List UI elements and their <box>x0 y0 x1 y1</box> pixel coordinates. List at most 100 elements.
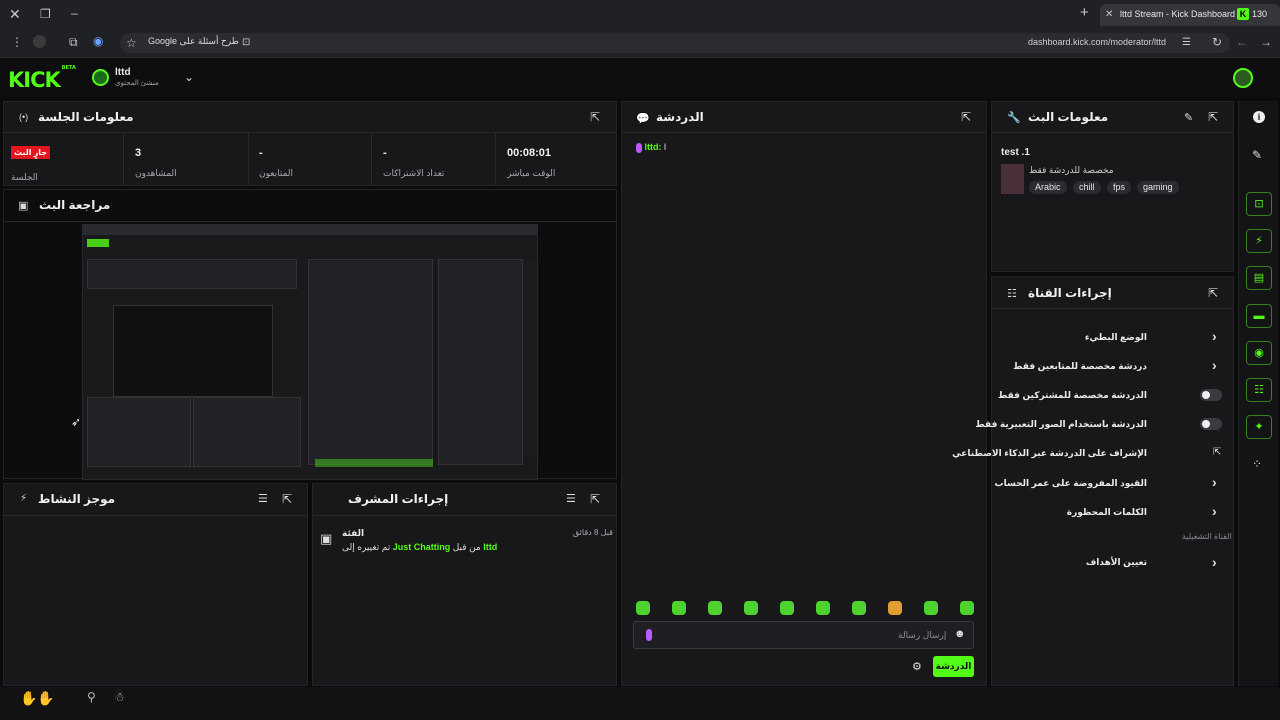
forward-icon[interactable]: ← <box>1236 35 1248 49</box>
popout-icon[interactable]: ⇱ <box>590 492 600 506</box>
emotes-only-toggle[interactable] <box>1200 418 1222 430</box>
divider <box>992 132 1233 133</box>
emote-2[interactable] <box>672 601 686 615</box>
category-icon: ▣ <box>320 531 333 546</box>
kick-logo[interactable]: KICK BETA <box>8 65 76 92</box>
external-link-icon[interactable]: ⇱ <box>1213 447 1221 458</box>
followers-only-label[interactable]: دردشة مخصصة للمتابعين فقط <box>1013 361 1147 372</box>
emote-10[interactable] <box>960 601 974 615</box>
edit-pencil-icon[interactable]: ✎ <box>1252 148 1262 162</box>
menu-dots-icon[interactable]: ⋮ <box>11 35 23 49</box>
emote-3[interactable] <box>708 601 722 615</box>
close-window-icon[interactable]: ✕ <box>9 7 21 21</box>
chat-text: l <box>664 142 667 152</box>
emoji-icon[interactable]: ☻ <box>954 628 966 640</box>
slow-mode-label[interactable]: الوضع البطيء <box>1085 332 1147 343</box>
account-age-label[interactable]: القيود المفروضة على عمر الحساب <box>995 478 1147 489</box>
address-url[interactable]: dashboard.kick.com/moderator/lttd <box>1028 37 1166 47</box>
info-icon[interactable]: i <box>1253 111 1265 123</box>
tag-gaming[interactable]: gaming <box>1137 181 1179 194</box>
broadcast-icon[interactable]: ◉ <box>93 34 103 48</box>
chevron-right-icon[interactable]: › <box>1212 475 1217 489</box>
popout-icon[interactable]: ⇱ <box>282 492 292 506</box>
emote-6[interactable] <box>816 601 830 615</box>
stream-preview-video[interactable] <box>82 224 538 480</box>
microphone-badge-icon <box>636 142 642 153</box>
minimize-window-icon[interactable]: – <box>71 6 78 20</box>
emote-1[interactable] <box>636 601 650 615</box>
banned-words-label[interactable]: الكلمات المحظورة <box>1067 507 1147 518</box>
chat-username[interactable]: lttd: <box>645 142 662 152</box>
figure-icon: ⚲ <box>87 690 96 704</box>
sidebar-broadcast-icon[interactable]: ◉ <box>1246 341 1272 365</box>
divider <box>4 515 307 516</box>
mod-entry-title: الفئة <box>342 528 365 538</box>
channel-actions-title: إجراءات القناة <box>1028 286 1112 300</box>
popout-icon[interactable]: ⇱ <box>961 110 971 124</box>
tag-chill[interactable]: chill <box>1073 181 1101 194</box>
popout-icon[interactable]: ⇱ <box>1208 110 1218 124</box>
ai-moderation-label[interactable]: الإشراف على الدردشة عبر الذكاء الاصطناعي <box>952 448 1147 459</box>
tab-title: lttd Stream - Kick Dashboard <box>1120 9 1236 19</box>
close-tab-icon[interactable]: ✕ <box>1105 8 1113 22</box>
subs-value: - <box>383 147 387 159</box>
edit-pencil-icon[interactable]: ✎ <box>1184 111 1193 124</box>
sidebar-focus-icon[interactable]: ⊡ <box>1246 192 1272 216</box>
lightning-icon: ⚡ <box>20 493 28 504</box>
address-bar[interactable]: ☆ طرح أسئلة على Google ⊡ dashboard.kick.… <box>120 33 1230 53</box>
chevron-right-icon[interactable]: › <box>1212 504 1217 518</box>
popout-icon[interactable]: ⇱ <box>590 110 600 124</box>
divider <box>371 133 372 185</box>
reload-icon[interactable]: ↻ <box>1212 35 1222 49</box>
tag-fps[interactable]: fps <box>1107 181 1132 194</box>
emote-8[interactable] <box>888 601 902 615</box>
chevron-right-icon[interactable]: › <box>1212 358 1217 372</box>
chevron-right-icon[interactable]: › <box>1212 555 1217 569</box>
chevron-right-icon[interactable]: › <box>1212 329 1217 343</box>
sidebar-chat-icon[interactable]: ▬ <box>1246 304 1272 328</box>
back-icon[interactable]: → <box>1260 35 1272 49</box>
sidebar-wrench-icon[interactable]: ✦ <box>1246 415 1272 439</box>
sidebar-notes-icon[interactable]: ▤ <box>1246 266 1272 290</box>
emote-7[interactable] <box>852 601 866 615</box>
subscribers-only-toggle[interactable] <box>1200 389 1222 401</box>
viewers-label: المشاهدون <box>135 168 177 178</box>
tab-kick-dashboard[interactable]: ✕ lttd Stream - Kick Dashboard K 130 <box>1100 4 1280 26</box>
gear-icon[interactable]: ⚙ <box>912 660 922 673</box>
extensions-puzzle-icon[interactable]: ⧉ <box>69 35 78 49</box>
channel-switch-chevron-down-icon[interactable]: ⌄ <box>184 70 194 84</box>
emote-9[interactable] <box>924 601 938 615</box>
emote-5[interactable] <box>780 601 794 615</box>
divider <box>495 133 496 185</box>
screenshot-icon[interactable]: ⊡ <box>242 36 250 50</box>
category-note: مخصصة للدردشة فقط <box>1029 165 1114 175</box>
bookmark-star-icon[interactable]: ☆ <box>126 36 137 50</box>
viewers-value: 3 <box>135 147 142 159</box>
add-widget-icon[interactable]: ⁘ <box>1252 457 1262 471</box>
mod-entry-description: تم تغييره إلى Just Chatting من قبل lttd <box>342 542 498 552</box>
mod-actions-title: إجراءات المشرف <box>348 492 449 506</box>
sidebar-actions-icon[interactable]: ☷ <box>1246 378 1272 402</box>
divider <box>313 515 616 516</box>
channel-avatar[interactable] <box>92 69 109 86</box>
set-goals-label[interactable]: تعيين الأهداف <box>1086 557 1147 568</box>
filter-icon[interactable]: ☰ <box>566 492 576 505</box>
new-tab-icon[interactable]: + <box>1080 5 1089 20</box>
emote-4[interactable] <box>744 601 758 615</box>
site-settings-icon[interactable]: ☰ <box>1182 36 1191 50</box>
search-chip[interactable]: طرح أسئلة على Google <box>148 36 239 47</box>
popout-icon[interactable]: ⇱ <box>1208 286 1218 300</box>
sidebar-lightning-icon[interactable]: ⚡ <box>1246 229 1272 253</box>
restore-window-icon[interactable]: ❐ <box>40 7 51 21</box>
user-avatar[interactable] <box>1233 68 1253 88</box>
filter-icon[interactable]: ☰ <box>258 492 268 505</box>
microphone-icon[interactable] <box>646 629 652 641</box>
extension-avatar-icon[interactable] <box>33 35 46 48</box>
divider <box>4 132 616 133</box>
tag-arabic[interactable]: Arabic <box>1029 181 1067 194</box>
send-chat-button[interactable]: الدردشة <box>933 656 974 677</box>
divider <box>4 221 616 222</box>
channel-name: lttd <box>115 67 131 78</box>
chat-input[interactable]: إرسال رسالة ☻ <box>633 621 974 649</box>
tab-count: 130 <box>1252 9 1268 19</box>
